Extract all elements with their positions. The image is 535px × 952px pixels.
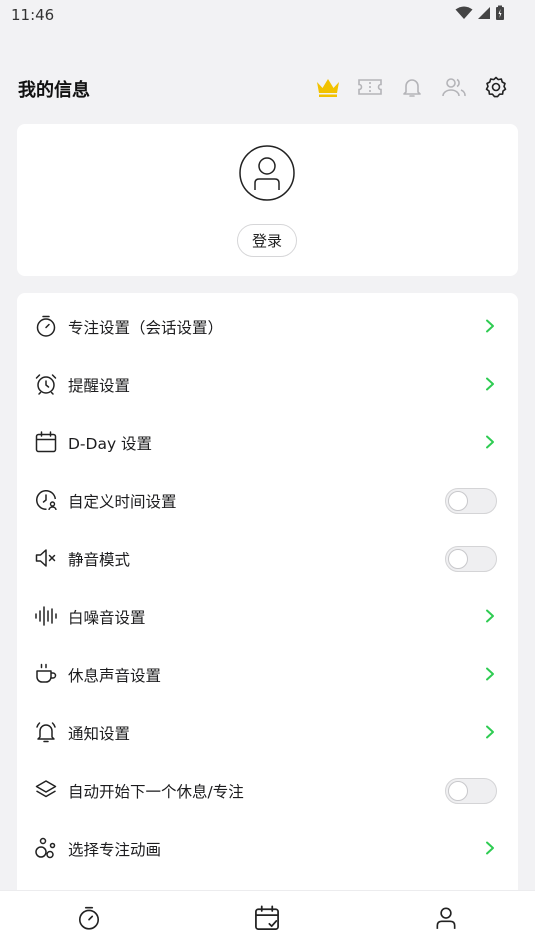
battery-icon [496,5,504,20]
nav-tab-profile[interactable] [431,903,461,933]
page-title: 我的信息 [18,80,90,101]
setting-label: 休息声音设置 [68,667,162,685]
setting-label: 静音模式 [68,551,131,569]
bottom-nav [0,890,535,952]
login-button[interactable]: 登录 [237,224,297,257]
setting-label: 选择专注动画 [68,841,162,859]
setting-row-break-sound[interactable]: 休息声音设置 [17,645,518,703]
timer-tab-icon [78,906,100,930]
custom-time-toggle[interactable] [445,488,497,514]
wifi-icon [455,6,473,19]
auto-start-toggle[interactable] [445,778,497,804]
calendar-icon [35,431,57,453]
layers-icon [35,780,57,798]
chevron-right-icon [486,667,494,681]
setting-row-mute-mode[interactable]: 静音模式 [17,529,518,587]
bell-icon [403,79,421,97]
friends-button[interactable] [439,72,469,102]
setting-row-custom-time[interactable]: 自定义时间设置 [17,471,518,529]
coffee-cup-icon [36,663,57,683]
speaker-mute-icon [35,549,56,567]
mute-mode-toggle[interactable] [445,546,497,572]
page-header: 我的信息 [0,66,535,110]
notifications-button[interactable] [397,72,427,102]
toggle-knob [448,781,468,801]
setting-label: 通知设置 [68,725,131,743]
chevron-right-icon [486,319,494,333]
signal-icon [478,7,490,19]
chevron-right-icon [486,725,494,739]
premium-button[interactable] [313,72,343,102]
toggle-knob [448,491,468,511]
chevron-right-icon [486,377,494,391]
setting-label: D-Day 设置 [68,435,153,453]
calendar-check-tab-icon [255,905,279,930]
avatar-placeholder-icon[interactable] [239,145,295,201]
setting-row-auto-start[interactable]: 自动开始下一个休息/专注 [17,761,518,819]
settings-list: 专注设置（会话设置） 提醒设置 D-Day 设置 自定义时间设置 静音模式 白噪… [17,293,518,913]
nav-tab-timer[interactable] [74,903,104,933]
setting-label: 专注设置（会话设置） [68,319,224,337]
setting-label: 提醒设置 [68,377,131,395]
setting-row-reminder-settings[interactable]: 提醒设置 [17,355,518,413]
toggle-knob [448,549,468,569]
profile-tab-icon [436,907,456,929]
chevron-right-icon [486,435,494,449]
setting-label: 自定义时间设置 [68,493,177,511]
setting-row-white-noise[interactable]: 白噪音设置 [17,587,518,645]
setting-row-focus-settings[interactable]: 专注设置（会话设置） [17,297,518,355]
notification-bell-icon [36,722,56,743]
setting-row-focus-animation[interactable]: 选择专注动画 [17,819,518,877]
status-time: 11:46 [11,6,55,24]
status-bar: 11:46 [0,0,535,30]
setting-label: 白噪音设置 [68,609,146,627]
chevron-right-icon [486,609,494,623]
chevron-right-icon [486,841,494,855]
status-icons [455,5,505,21]
ticket-icon [358,79,382,95]
users-icon [442,78,466,97]
profile-card: 登录 [17,124,518,276]
gear-icon [485,76,507,98]
coupon-button[interactable] [355,72,385,102]
stopwatch-icon [36,315,56,337]
crown-icon [317,79,339,97]
header-actions [313,72,511,102]
alarm-clock-icon [35,374,57,395]
shapes-icon [35,837,56,859]
setting-row-dday-settings[interactable]: D-Day 设置 [17,413,518,471]
setting-label: 自动开始下一个休息/专注 [68,783,244,801]
setting-row-notification-settings[interactable]: 通知设置 [17,703,518,761]
sound-wave-icon [35,606,57,626]
settings-button[interactable] [481,72,511,102]
nav-tab-calendar[interactable] [252,903,282,933]
clock-user-icon [36,489,57,511]
